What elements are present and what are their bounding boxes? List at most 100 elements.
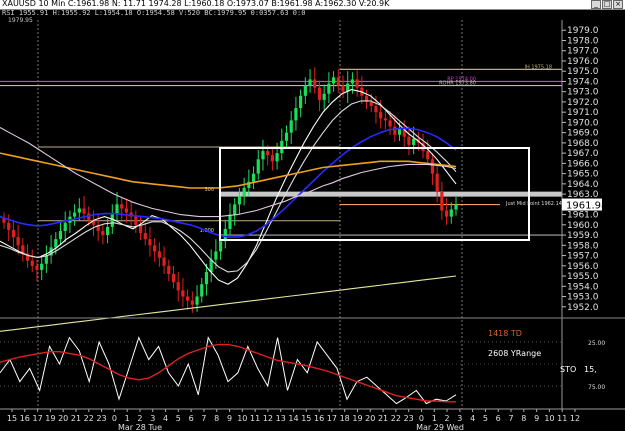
- candle-body: [2, 218, 6, 223]
- candle-body: [303, 85, 307, 96]
- candle-body: [426, 151, 430, 160]
- candle-body: [181, 290, 185, 297]
- last-price-marker: 1961.98: [562, 198, 607, 212]
- x-date-label: Mar 29 Wed: [416, 423, 464, 431]
- x-tick-label: 0: [112, 414, 117, 423]
- x-tick-label: 6: [189, 414, 194, 423]
- price-chart[interactable]: RP 1974.00ROHR 1973.80IH 1975.185001.000…: [0, 0, 625, 431]
- candle-body: [336, 77, 340, 86]
- candle-body: [407, 136, 411, 145]
- candle-body: [120, 204, 124, 209]
- x-tick-label: 0: [419, 414, 424, 423]
- x-tick-label: 17: [327, 414, 337, 423]
- last-price-label: 1961.98: [566, 201, 607, 212]
- candle-body: [369, 101, 373, 107]
- x-tick-label: 12: [263, 414, 273, 423]
- x-tick-label: 3: [457, 414, 462, 423]
- y-tick-label: 1973.0: [567, 88, 599, 98]
- candle-body: [379, 112, 383, 119]
- box-label: Just Mid Point 1962.14: [505, 201, 562, 207]
- candle-body: [308, 79, 312, 86]
- candle-body: [35, 265, 39, 270]
- candle-body: [40, 263, 44, 270]
- x-tick-label: 16: [20, 414, 30, 423]
- x-tick-label: 15: [301, 414, 311, 423]
- candle-body: [374, 106, 378, 113]
- osc-tick-label: 25.00: [588, 340, 605, 347]
- x-tick-label: 20: [58, 414, 68, 423]
- y-tick-label: 1952.0: [567, 303, 599, 313]
- candle-body: [157, 251, 161, 258]
- x-tick-label: 19: [352, 414, 362, 423]
- y-tick-label: 1970.0: [567, 118, 599, 128]
- candle-body: [54, 239, 58, 248]
- sto-value: 15,: [584, 365, 597, 374]
- candle-body: [350, 79, 355, 84]
- x-tick-label: 1: [125, 414, 130, 423]
- x-tick-label: 22: [84, 414, 94, 423]
- candle-body: [242, 187, 246, 197]
- y-tick-label: 1961.0: [567, 211, 599, 221]
- candle-body: [270, 155, 274, 162]
- candle-body: [214, 251, 218, 260]
- x-tick-label: 15: [7, 414, 17, 423]
- x-tick-label: 10: [544, 414, 554, 423]
- candle-body: [162, 257, 166, 266]
- candle-body: [58, 230, 63, 240]
- x-tick-label: 23: [96, 414, 106, 423]
- x-tick-label: 3: [150, 414, 155, 423]
- x-tick-label: 6: [496, 414, 501, 423]
- candle-body: [195, 296, 199, 305]
- y-tick-label: 1971.0: [567, 108, 599, 118]
- y-tick-label: 1953.0: [567, 293, 599, 303]
- candle-body: [317, 87, 322, 100]
- x-tick-label: 5: [176, 414, 181, 423]
- x-tick-label: 4: [470, 414, 475, 423]
- candle-body: [275, 153, 279, 162]
- candle-body: [82, 208, 86, 214]
- candle-body: [138, 224, 143, 234]
- candle-body: [440, 192, 444, 211]
- x-tick-label: 13: [276, 414, 286, 423]
- y-tick-label: 1957.0: [567, 252, 599, 262]
- y-tick-label: 1975.0: [567, 67, 599, 77]
- x-tick-label: 4: [163, 414, 168, 423]
- candle-body: [148, 239, 152, 246]
- candle-body: [7, 222, 11, 230]
- candle-body: [412, 138, 416, 145]
- candle-body: [16, 237, 20, 246]
- candle-body: [167, 265, 171, 274]
- candle-body: [444, 210, 449, 217]
- x-tick-label: 8: [214, 414, 219, 423]
- y-tick-label: 1972.0: [567, 98, 599, 108]
- x-tick-label: 7: [201, 414, 206, 423]
- x-date-label: Mar 28 Tue: [118, 423, 162, 431]
- candle-body: [186, 296, 190, 301]
- y-tick-label: 1969.0: [567, 129, 599, 139]
- yrange-label: 2608 YRange: [488, 349, 541, 358]
- candle-body: [327, 83, 331, 94]
- candle-body: [435, 173, 439, 193]
- candle-body: [190, 300, 194, 305]
- y-tick-label: 1959.0: [567, 231, 599, 241]
- x-tick-label: 9: [534, 414, 539, 423]
- candle-body: [124, 208, 129, 213]
- top-left-value: 1979.95: [8, 17, 33, 24]
- x-tick-label: 16: [314, 414, 324, 423]
- candle-body: [322, 93, 326, 100]
- candle-body: [388, 120, 392, 127]
- candle-body: [204, 271, 209, 285]
- candle-body: [397, 128, 402, 135]
- x-tick-label: 18: [340, 414, 350, 423]
- x-tick-label: 21: [71, 414, 81, 423]
- x-tick-label: 19: [45, 414, 55, 423]
- candle-body: [77, 208, 81, 213]
- x-tick-label: 23: [404, 414, 414, 423]
- candle-body: [341, 85, 345, 92]
- y-tick-label: 1968.0: [567, 139, 599, 149]
- candle-body: [134, 216, 138, 225]
- candle-body: [73, 212, 77, 217]
- candle-body: [30, 260, 34, 266]
- x-tick-label: 11: [557, 414, 567, 423]
- candle-body: [256, 159, 260, 174]
